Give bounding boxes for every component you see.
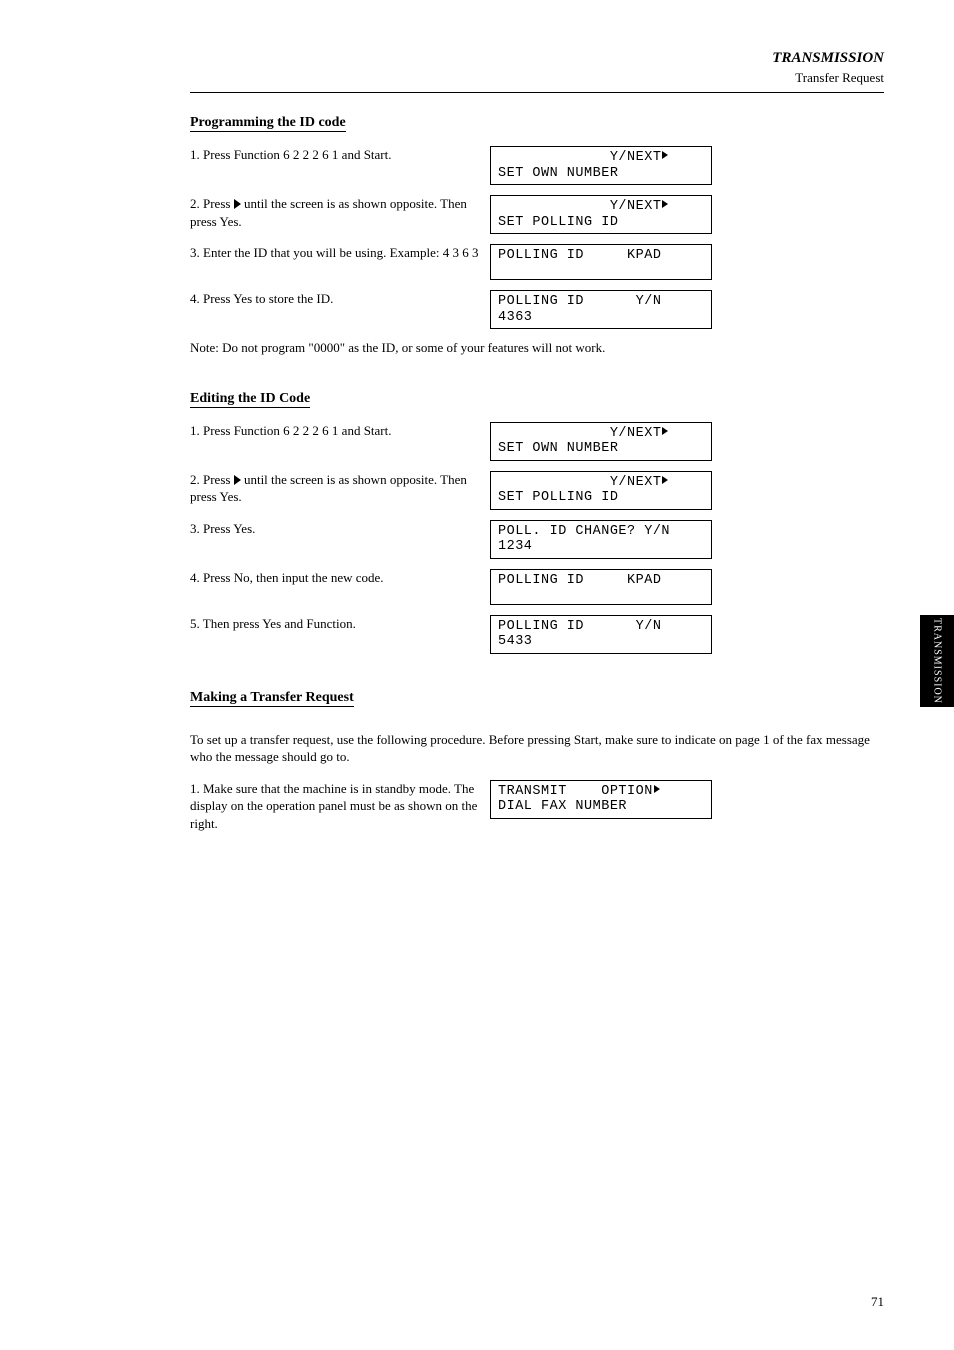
screen-text: POLLING ID KPAD — [498, 573, 704, 589]
screen-text: POLLING ID Y/N — [498, 294, 704, 310]
prog-step-1: 1. Press Function 6 2 2 2 6 1 and Start. — [190, 146, 490, 164]
heading-programming: Programming the ID code — [190, 115, 346, 132]
edit-screen-2: Y/NEXT SET POLLING ID — [490, 471, 712, 510]
step-text-a: 2. Press — [190, 472, 234, 487]
edit-step-3: 3. Press Yes. — [190, 520, 490, 538]
prog-step-2: 2. Press until the screen is as shown op… — [190, 195, 490, 230]
screen-text: SET POLLING ID — [498, 215, 704, 231]
transfer-intro: To set up a transfer request, use the fo… — [190, 731, 884, 766]
screen-text: 5433 — [498, 634, 704, 650]
prog-screen-3: POLLING ID KPAD — [490, 244, 712, 280]
edit-screen-5: POLLING ID Y/N 5433 — [490, 615, 712, 654]
page-number: 71 — [871, 1294, 884, 1310]
page-header: TRANSMISSION Transfer Request — [190, 50, 884, 93]
screen-text: SET OWN NUMBER — [498, 166, 704, 182]
header-subtitle: Transfer Request — [190, 70, 884, 86]
edit-step-2: 2. Press until the screen is as shown op… — [190, 471, 490, 506]
prog-screen-4: POLLING ID Y/N 4363 — [490, 290, 712, 329]
section-transfer: Making a Transfer Request To set up a tr… — [190, 688, 884, 833]
screen-text: POLL. ID CHANGE? Y/N — [498, 524, 704, 540]
screen-text: SET OWN NUMBER — [498, 441, 704, 457]
prog-screen-1: Y/NEXT SET OWN NUMBER — [490, 146, 712, 185]
header-rule — [190, 92, 884, 93]
prog-note: Note: Do not program "0000" as the ID, o… — [190, 339, 884, 357]
header-title: TRANSMISSION — [190, 50, 884, 67]
heading-transfer: Making a Transfer Request — [190, 690, 354, 707]
edit-step-5: 5. Then press Yes and Function. — [190, 615, 490, 633]
heading-editing: Editing the ID Code — [190, 391, 310, 408]
screen-text: 4363 — [498, 310, 704, 326]
prog-screen-2: Y/NEXT SET POLLING ID — [490, 195, 712, 234]
transfer-step-1: 1. Make sure that the machine is in stan… — [190, 780, 490, 833]
edit-screen-4: POLLING ID KPAD — [490, 569, 712, 605]
right-arrow-icon — [234, 199, 241, 209]
screen-text: DIAL FAX NUMBER — [498, 799, 704, 815]
side-tab: TRANSMISSION — [920, 615, 954, 707]
section-editing: Editing the ID Code 1. Press Function 6 … — [190, 389, 884, 656]
edit-screen-3: POLL. ID CHANGE? Y/N 1234 — [490, 520, 712, 559]
screen-text: POLLING ID KPAD — [498, 248, 704, 264]
section-programming: Programming the ID code 1. Press Functio… — [190, 113, 884, 357]
prog-step-3: 3. Enter the ID that you will be using. … — [190, 244, 490, 262]
step-text-a: 2. Press — [190, 196, 234, 211]
screen-text: 1234 — [498, 539, 704, 555]
edit-screen-1: Y/NEXT SET OWN NUMBER — [490, 422, 712, 461]
prog-step-4: 4. Press Yes to store the ID. — [190, 290, 490, 308]
edit-step-4: 4. Press No, then input the new code. — [190, 569, 490, 587]
right-arrow-icon — [234, 475, 241, 485]
transfer-screen-1: TRANSMIT OPTION DIAL FAX NUMBER — [490, 780, 712, 819]
edit-step-1: 1. Press Function 6 2 2 2 6 1 and Start. — [190, 422, 490, 440]
screen-text: POLLING ID Y/N — [498, 619, 704, 635]
screen-text: SET POLLING ID — [498, 490, 704, 506]
